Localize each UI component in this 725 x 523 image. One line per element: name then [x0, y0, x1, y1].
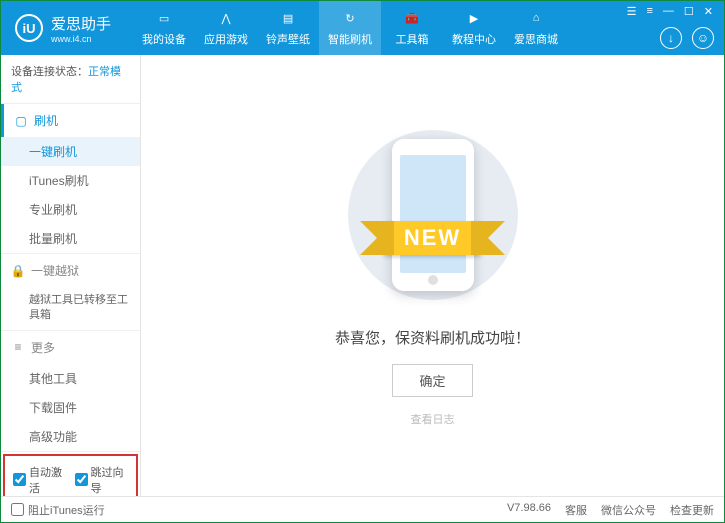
- nav-item-toolbox[interactable]: 🧰 工具箱: [381, 1, 443, 55]
- nav-label: 工具箱: [396, 31, 429, 47]
- user-controls: ↓ ☺: [660, 27, 714, 49]
- nav-label: 应用游戏: [204, 31, 248, 47]
- success-illustration: NEW: [323, 125, 543, 305]
- sidebar-item-flash-0[interactable]: 一键刷机: [1, 137, 140, 166]
- nav-item-store[interactable]: ⌂ 爱思商城: [505, 1, 567, 55]
- toolbox-icon: 🧰: [403, 9, 421, 27]
- sidebar-section-flash: ▢ 刷机 一键刷机iTunes刷机专业刷机批量刷机: [1, 104, 140, 254]
- footer-right: V7.98.66 客服 微信公众号 检查更新: [507, 502, 714, 518]
- sidebar-item-flash-1[interactable]: iTunes刷机: [1, 166, 140, 195]
- block-itunes-checkbox[interactable]: 阻止iTunes运行: [11, 502, 105, 518]
- checkbox-auto-activate-input[interactable]: [13, 473, 26, 486]
- sidebar-head-jailbreak[interactable]: 🔒 一键越狱: [1, 254, 140, 287]
- footer-link-support[interactable]: 客服: [565, 502, 587, 518]
- block-itunes-input[interactable]: [11, 503, 24, 516]
- footer-link-update[interactable]: 检查更新: [670, 502, 714, 518]
- flash-icon: ↻: [341, 9, 359, 27]
- apps-icon: ⋀: [217, 9, 235, 27]
- sidebar-head-jailbreak-label: 一键越狱: [31, 262, 79, 279]
- minimize-icon[interactable]: —: [660, 5, 677, 18]
- phone-icon: ▭: [155, 9, 173, 27]
- checkbox-skip-guide[interactable]: 跳过向导: [75, 464, 129, 496]
- checkbox-auto-activate[interactable]: 自动激活: [13, 464, 67, 496]
- nav-item-phone[interactable]: ▭ 我的设备: [133, 1, 195, 55]
- nav-label: 我的设备: [142, 31, 186, 47]
- sidebar-head-flash[interactable]: ▢ 刷机: [1, 104, 140, 137]
- app-window: iU 爱思助手 www.i4.cn ▭ 我的设备 ⋀ 应用游戏 ▤ 铃声壁纸 ↻ 智能刷机 🧰 工…: [0, 0, 725, 523]
- brand-name: 爱思助手: [51, 13, 111, 34]
- nav-item-apps[interactable]: ⋀ 应用游戏: [195, 1, 257, 55]
- sidebar-bottom: 自动激活 跳过向导 📱 iPhone 12 mini 64GB Down-12m…: [1, 452, 140, 496]
- success-message: 恭喜您，保资料刷机成功啦！: [335, 327, 530, 348]
- brand: iU 爱思助手 www.i4.cn: [1, 13, 125, 44]
- sidebar-head-more[interactable]: ≡ 更多: [1, 331, 140, 364]
- block-itunes-label: 阻止iTunes运行: [28, 502, 105, 518]
- ok-button[interactable]: 确定: [392, 364, 472, 397]
- phone-graphic: [392, 139, 474, 291]
- nav-label: 铃声壁纸: [266, 31, 310, 47]
- nav-item-tutorial[interactable]: ▶ 教程中心: [443, 1, 505, 55]
- sidebar: 设备连接状态：正常模式 ▢ 刷机 一键刷机iTunes刷机专业刷机批量刷机 🔒 …: [1, 55, 141, 496]
- flash-icon: ▢: [14, 114, 28, 128]
- menu-icon[interactable]: ☰: [624, 5, 640, 18]
- sidebar-section-more: ≡ 更多 其他工具下载固件高级功能: [1, 331, 140, 452]
- body: 设备连接状态：正常模式 ▢ 刷机 一键刷机iTunes刷机专业刷机批量刷机 🔒 …: [1, 55, 724, 496]
- tutorial-icon: ▶: [465, 9, 483, 27]
- version-label: V7.98.66: [507, 502, 551, 518]
- connection-label: 设备连接状态：: [11, 66, 88, 78]
- view-log-link[interactable]: 查看日志: [411, 411, 455, 427]
- sidebar-item-jailbreak-note: 越狱工具已转移至工具箱: [1, 287, 140, 330]
- nav-label: 教程中心: [452, 31, 496, 47]
- download-icon[interactable]: ↓: [660, 27, 682, 49]
- main-content: NEW 恭喜您，保资料刷机成功啦！ 确定 查看日志: [141, 55, 724, 496]
- close-icon[interactable]: ✕: [701, 5, 716, 18]
- sidebar-item-flash-2[interactable]: 专业刷机: [1, 195, 140, 224]
- brand-url: www.i4.cn: [51, 34, 111, 44]
- window-controls: ☰≡ — ☐ ✕: [624, 5, 716, 18]
- brand-text: 爱思助手 www.i4.cn: [51, 13, 111, 44]
- sidebar-item-more-0[interactable]: 其他工具: [1, 364, 140, 393]
- footer: 阻止iTunes运行 V7.98.66 客服 微信公众号 检查更新: [1, 496, 724, 522]
- sidebar-item-flash-3[interactable]: 批量刷机: [1, 224, 140, 253]
- lock-icon: 🔒: [11, 264, 25, 278]
- nav-label: 智能刷机: [328, 31, 372, 47]
- store-icon: ⌂: [527, 9, 545, 27]
- checkbox-skip-guide-input[interactable]: [75, 473, 88, 486]
- brand-logo-icon: iU: [15, 14, 43, 42]
- checkbox-auto-activate-label: 自动激活: [29, 464, 67, 496]
- wallpaper-icon: ▤: [279, 9, 297, 27]
- sidebar-section-jailbreak: 🔒 一键越狱 越狱工具已转移至工具箱: [1, 254, 140, 331]
- top-bar: iU 爱思助手 www.i4.cn ▭ 我的设备 ⋀ 应用游戏 ▤ 铃声壁纸 ↻ 智能刷机 🧰 工…: [1, 1, 724, 55]
- new-ribbon: NEW: [384, 221, 481, 255]
- menu-icon: ≡: [11, 340, 25, 354]
- checkbox-skip-guide-label: 跳过向导: [91, 464, 129, 496]
- main-nav: ▭ 我的设备 ⋀ 应用游戏 ▤ 铃声壁纸 ↻ 智能刷机 🧰 工具箱 ▶ 教程中心 ⌂ 爱思商城: [133, 1, 567, 55]
- nav-item-flash[interactable]: ↻ 智能刷机: [319, 1, 381, 55]
- nav-item-wallpaper[interactable]: ▤ 铃声壁纸: [257, 1, 319, 55]
- settings-icon[interactable]: ≡: [643, 5, 655, 18]
- sidebar-head-flash-label: 刷机: [34, 112, 58, 129]
- user-icon[interactable]: ☺: [692, 27, 714, 49]
- connection-status: 设备连接状态：正常模式: [1, 55, 140, 104]
- maximize-icon[interactable]: ☐: [681, 5, 697, 18]
- checkbox-row: 自动激活 跳过向导: [3, 454, 138, 496]
- sidebar-item-more-1[interactable]: 下载固件: [1, 393, 140, 422]
- nav-label: 爱思商城: [514, 31, 558, 47]
- sidebar-head-more-label: 更多: [31, 339, 55, 356]
- sidebar-item-more-2[interactable]: 高级功能: [1, 422, 140, 451]
- footer-link-wechat[interactable]: 微信公众号: [601, 502, 656, 518]
